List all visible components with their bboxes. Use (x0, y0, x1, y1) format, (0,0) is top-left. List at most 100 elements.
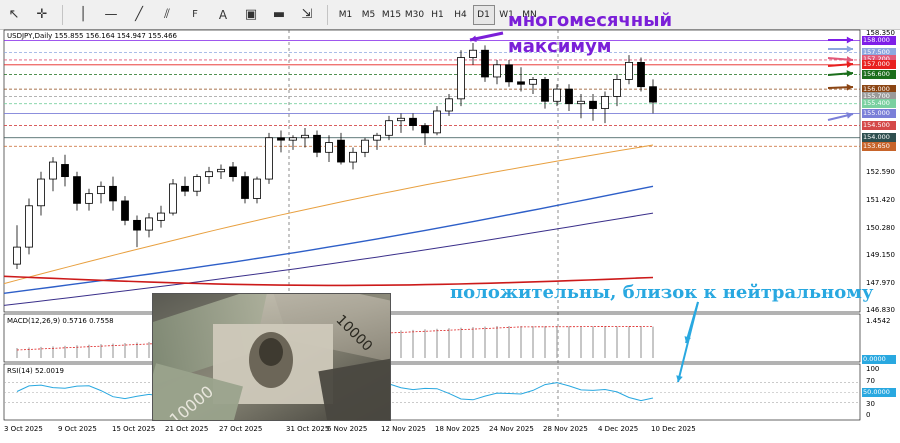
price-level-label: 155.000 (862, 108, 896, 118)
candles (13, 42, 657, 269)
date-label: 9 Oct 2025 (58, 425, 97, 433)
annotation-arrows (469, 31, 854, 383)
price-level-label: 153.650 (862, 141, 896, 151)
macd-pane-frame (3, 313, 861, 363)
candle-body (421, 125, 429, 134)
candle-body (217, 168, 225, 173)
candle-body (85, 193, 93, 204)
arrow-1566-head (846, 70, 853, 77)
price-level-label: 157.000 (862, 60, 896, 70)
price-level-label: 154.500 (862, 121, 896, 131)
candle-body (625, 61, 633, 80)
candle-body (541, 78, 549, 102)
arrow-1575-head (846, 45, 853, 53)
annotation-top-line2: максимум (508, 36, 612, 57)
date-label: 27 Oct 2025 (219, 425, 263, 433)
candle-body (157, 212, 165, 221)
candle-body (373, 134, 381, 141)
candle-body (121, 200, 129, 221)
price-chart[interactable] (0, 0, 900, 443)
candle-body (433, 110, 441, 134)
price-level-label: 155.400 (862, 99, 896, 109)
candle-body (505, 64, 513, 83)
price-axis-label: 147.970 (866, 279, 895, 287)
candle-body (589, 100, 597, 109)
price-axis-label: 146.830 (866, 306, 895, 314)
symbol-header: USDJPY,Daily 155.855 156.164 154.947 155… (7, 32, 177, 40)
date-label: 15 Oct 2025 (112, 425, 156, 433)
annotation-top-line1: многомесячный (508, 10, 673, 31)
macd-label: MACD(12,26,9) 0.5716 0.7558 (7, 317, 114, 325)
date-label: 3 Oct 2025 (4, 425, 43, 433)
arrow-157-head (846, 61, 853, 68)
date-label: 28 Nov 2025 (543, 425, 588, 433)
candle-body (181, 185, 189, 192)
price-axis-label: 149.150 (866, 251, 895, 259)
date-label: 4 Dec 2025 (598, 425, 639, 433)
candle-body (205, 171, 213, 178)
arrow-158-head (846, 36, 853, 44)
date-label: 12 Nov 2025 (381, 425, 426, 433)
rsi-axis-50: 50.0000 (862, 388, 896, 397)
candle-body (133, 219, 141, 231)
rsi-axis-30: 30 (866, 400, 875, 408)
candle-body (613, 78, 621, 97)
candle-body (145, 217, 153, 231)
price-axis-label: 152.590 (866, 168, 895, 176)
date-label: 10 Dec 2025 (651, 425, 696, 433)
candle-body (241, 176, 249, 199)
candle-body (289, 137, 297, 141)
candle-body (25, 205, 33, 248)
terminal-window: { "toolbar": { "tools": ["cursor","cross… (0, 0, 900, 443)
rsi-pane-frame (3, 363, 861, 421)
candle-body (301, 134, 309, 139)
candle-body (409, 117, 417, 126)
candle-body (73, 176, 81, 204)
date-label: 6 Nov 2025 (327, 425, 368, 433)
date-label: 31 Oct 2025 (286, 425, 330, 433)
candle-body (565, 88, 573, 105)
candle-body (469, 49, 477, 58)
candle-body (349, 151, 357, 163)
candle-body (577, 100, 585, 105)
candle-body (97, 185, 105, 195)
candle-body (193, 176, 201, 192)
main-pane-frame (3, 29, 861, 313)
candle-body (169, 183, 177, 214)
price-level-label: 156.600 (862, 70, 896, 80)
price-axis-label: 150.280 (866, 224, 895, 232)
annotation-bottom: положительны, близок к нейтральному (450, 282, 874, 303)
date-label: 18 Nov 2025 (435, 425, 480, 433)
arrow-156-head (846, 83, 853, 91)
rsi-line (4, 381, 860, 404)
arrow-rsi-head (676, 375, 683, 382)
candle-body (529, 78, 537, 85)
candle-body (49, 161, 57, 180)
rsi-axis-0: 0 (866, 411, 871, 419)
candle-body (265, 137, 273, 180)
date-label: 24 Nov 2025 (489, 425, 534, 433)
candle-body (601, 96, 609, 109)
candle-body (385, 120, 393, 136)
candle-body (481, 49, 489, 78)
candle-body (361, 139, 369, 153)
candle-body (649, 86, 657, 103)
candle-body (61, 164, 69, 178)
candle-body (637, 61, 645, 88)
annotation-top: многомесячный максимум (508, 8, 672, 60)
date-label: 21 Oct 2025 (165, 425, 209, 433)
candle-body (37, 178, 45, 207)
price-axis-label: 151.420 (866, 196, 895, 204)
candle-body (445, 98, 453, 112)
candle-body (277, 137, 285, 141)
candle-body (397, 117, 405, 122)
candle-body (13, 246, 21, 265)
candle-body (109, 185, 117, 202)
ma-fast (3, 144, 654, 285)
candle-body (457, 57, 465, 100)
candle-body (493, 64, 501, 78)
price-level-label: 158.000 (862, 36, 896, 45)
rsi-axis-70: 70 (866, 377, 875, 385)
macd-axis-top: 1.4542 (866, 317, 891, 325)
macd-axis-zero: 0.0000 (862, 355, 896, 364)
